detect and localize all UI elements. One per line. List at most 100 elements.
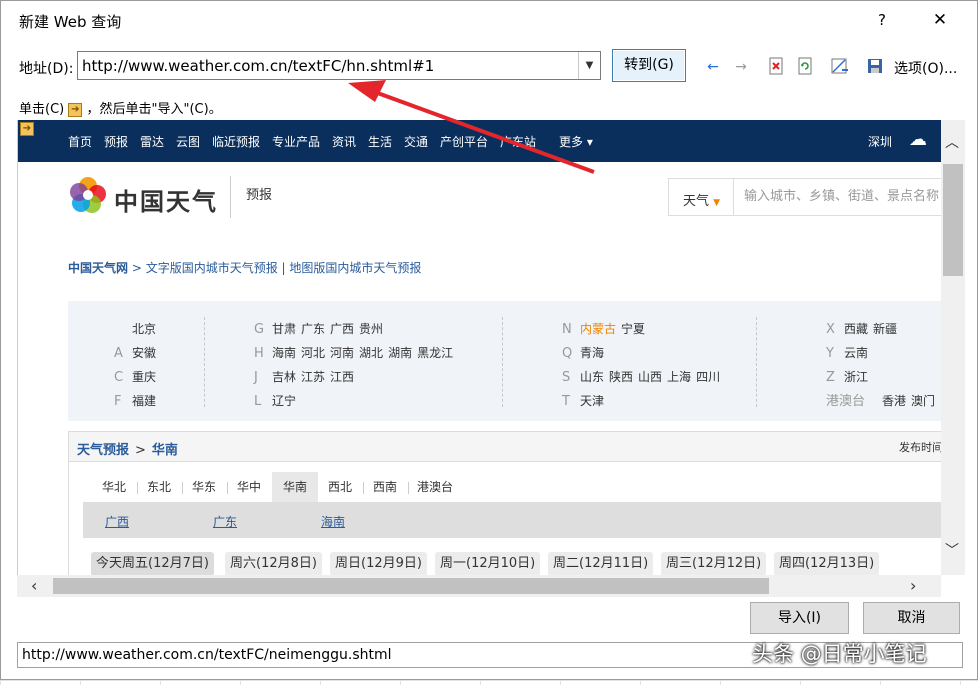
- province-link[interactable]: 安徽: [132, 346, 156, 360]
- select-arrow-icon: ➔: [68, 102, 83, 117]
- tab-region[interactable]: 西北: [319, 472, 361, 502]
- tab-day[interactable]: 周一(12月10日): [435, 552, 541, 575]
- search-type-select[interactable]: 天气 ▼: [683, 190, 720, 209]
- address-combobox[interactable]: ▼: [77, 51, 601, 80]
- province-link[interactable]: 甘肃: [272, 322, 296, 336]
- province-link[interactable]: 河北: [301, 346, 325, 360]
- nav-item[interactable]: 首页: [68, 133, 92, 150]
- nav-item[interactable]: 广东站: [500, 133, 536, 150]
- nav-item[interactable]: 交通: [404, 133, 428, 150]
- province-link[interactable]: 北京: [132, 322, 156, 336]
- breadcrumb-path[interactable]: > 文字版国内城市天气预报 | 地图版国内城市天气预报: [128, 261, 422, 275]
- tab-region[interactable]: 港澳台: [409, 472, 461, 502]
- tab-region[interactable]: 华东: [183, 472, 225, 502]
- province-link[interactable]: 河南: [330, 346, 354, 360]
- province-link[interactable]: 江苏: [301, 370, 325, 384]
- horizontal-scroll-thumb[interactable]: [53, 578, 769, 594]
- back-icon[interactable]: ←: [703, 57, 723, 77]
- province-link[interactable]: 湖南: [388, 346, 412, 360]
- tab-region[interactable]: 华北: [93, 472, 135, 502]
- tab-region[interactable]: 西南: [364, 472, 406, 502]
- province-letter: C: [114, 370, 124, 385]
- vertical-scroll-thumb[interactable]: [943, 164, 963, 276]
- subtab-province[interactable]: 广西: [105, 513, 129, 530]
- scroll-left-icon[interactable]: ‹: [31, 576, 37, 595]
- province-link[interactable]: 辽宁: [272, 394, 296, 408]
- refresh-icon[interactable]: [795, 57, 815, 77]
- province-link[interactable]: 上海: [667, 370, 691, 384]
- province-link[interactable]: 广东: [301, 322, 325, 336]
- province-link[interactable]: 新疆: [873, 322, 897, 336]
- province-link[interactable]: 内蒙古: [580, 322, 616, 336]
- nav-item-more[interactable]: 更多 ▾: [559, 133, 593, 150]
- nav-item[interactable]: 产创平台: [440, 133, 488, 150]
- subtab-province[interactable]: 广东: [213, 513, 237, 530]
- site-search-input[interactable]: [734, 179, 941, 213]
- nav-city[interactable]: 深圳: [868, 133, 892, 150]
- column-divider: [502, 317, 503, 407]
- province-link[interactable]: 山东: [580, 370, 604, 384]
- province-link[interactable]: 西藏: [844, 322, 868, 336]
- province-link[interactable]: 湖北: [359, 346, 383, 360]
- select-table-arrow-icon[interactable]: ➔: [20, 122, 34, 136]
- province-link[interactable]: 吉林: [272, 370, 296, 384]
- nav-item[interactable]: 预报: [104, 133, 128, 150]
- breadcrumb-home[interactable]: 中国天气网: [68, 261, 128, 275]
- tab-day-active[interactable]: 今天周五(12月7日): [91, 552, 214, 575]
- publish-time-label: 发布时间: [899, 441, 941, 454]
- close-button[interactable]: ✕: [923, 7, 957, 33]
- tab-region[interactable]: 华中: [228, 472, 270, 502]
- province-column: G 甘肃 广东 广西 贵州 H 海南 河北 河南 湖北 湖南 黑龙江 J 吉林 江苏 江西 L 辽宁: [254, 317, 458, 413]
- title-bar: 新建 Web 查询 ? ✕: [1, 1, 977, 39]
- save-query-icon[interactable]: [865, 57, 885, 77]
- horizontal-scrollbar[interactable]: ‹ ›: [17, 575, 941, 597]
- address-input[interactable]: [78, 52, 572, 79]
- province-link[interactable]: 澳门: [911, 394, 935, 408]
- nav-item[interactable]: 专业产品: [272, 133, 320, 150]
- nav-item[interactable]: 资讯: [332, 133, 356, 150]
- forward-icon[interactable]: →: [731, 57, 751, 77]
- options-button[interactable]: 选项(O)...: [894, 58, 957, 78]
- go-button[interactable]: 转到(G): [612, 49, 686, 82]
- province-link[interactable]: 宁夏: [621, 322, 645, 336]
- province-link[interactable]: 黑龙江: [417, 346, 453, 360]
- scroll-right-icon[interactable]: ›: [910, 576, 916, 595]
- cancel-button[interactable]: 取消: [863, 602, 960, 634]
- province-link[interactable]: 陕西: [609, 370, 633, 384]
- nav-item[interactable]: 云图: [176, 133, 200, 150]
- help-button[interactable]: ?: [867, 7, 897, 33]
- province-link[interactable]: 云南: [844, 346, 868, 360]
- tab-region-active[interactable]: 华南: [272, 472, 318, 502]
- tab-day[interactable]: 周二(12月11日): [548, 552, 654, 575]
- province-link[interactable]: 浙江: [844, 370, 868, 384]
- subtab-province[interactable]: 海南: [321, 513, 345, 530]
- tab-day[interactable]: 周三(12月12日): [661, 552, 767, 575]
- cloud-icon[interactable]: ☁: [909, 129, 927, 150]
- tab-day[interactable]: 周四(12月13日): [774, 552, 880, 575]
- scroll-down-icon[interactable]: ﹀: [945, 540, 959, 560]
- scroll-up-icon[interactable]: ︿: [945, 132, 959, 152]
- province-link[interactable]: 天津: [580, 394, 604, 408]
- nav-item[interactable]: 雷达: [140, 133, 164, 150]
- nav-item[interactable]: 生活: [368, 133, 392, 150]
- province-link[interactable]: 海南: [272, 346, 296, 360]
- nav-item[interactable]: 临近预报: [212, 133, 260, 150]
- province-link[interactable]: 四川: [696, 370, 720, 384]
- hide-icons-icon[interactable]: [830, 57, 850, 77]
- province-link[interactable]: 重庆: [132, 370, 156, 384]
- chevron-down-icon[interactable]: ▼: [578, 52, 600, 79]
- province-link[interactable]: 青海: [580, 346, 604, 360]
- province-link[interactable]: 广西: [330, 322, 354, 336]
- import-button[interactable]: 导入(I): [750, 602, 849, 634]
- province-link[interactable]: 江西: [330, 370, 354, 384]
- tab-day[interactable]: 周六(12月8日): [225, 552, 322, 575]
- tab-day[interactable]: 周日(12月9日): [330, 552, 427, 575]
- vertical-scrollbar[interactable]: ︿ ﹀: [941, 120, 965, 575]
- province-link[interactable]: 贵州: [359, 322, 383, 336]
- province-link[interactable]: 香港: [882, 394, 906, 408]
- stop-icon[interactable]: [766, 57, 786, 77]
- province-link[interactable]: 山西: [638, 370, 662, 384]
- tab-region[interactable]: 东北: [138, 472, 180, 502]
- province-link[interactable]: 福建: [132, 394, 156, 408]
- site-logo-text[interactable]: 中国天气: [114, 182, 218, 217]
